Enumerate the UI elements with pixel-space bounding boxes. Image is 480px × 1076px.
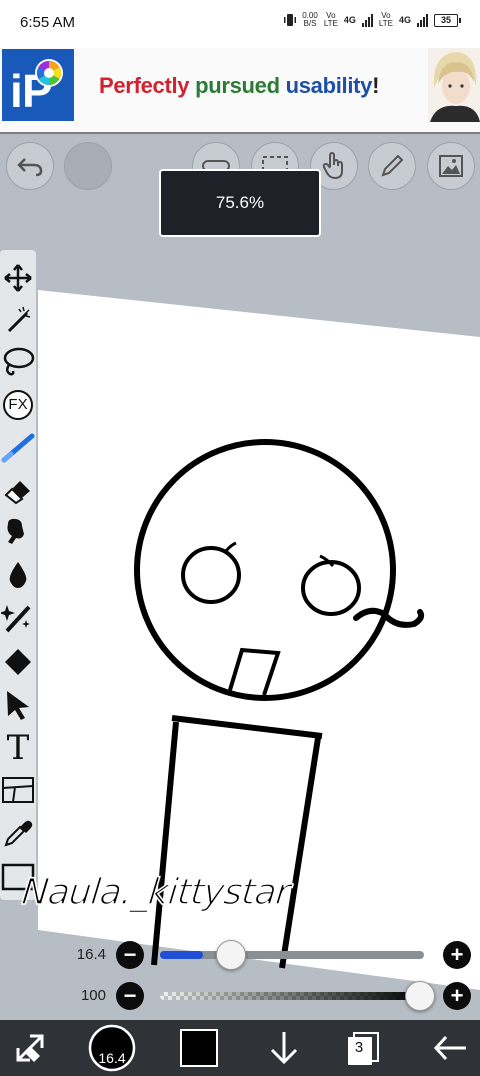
net-speed-unit: B/S	[303, 19, 317, 28]
tool-brush[interactable]	[0, 428, 36, 468]
brush-icon	[1, 433, 35, 463]
ad-headline: Perfectly pursued usability!	[99, 73, 379, 99]
signal-2-icon	[417, 13, 428, 27]
tool-select-arrow[interactable]	[0, 685, 36, 725]
frame-divider-icon	[2, 777, 34, 803]
color-swatch	[180, 1029, 218, 1067]
fill-icon	[5, 649, 31, 675]
eraser-icon	[4, 481, 30, 505]
plus-icon: +	[450, 983, 464, 1008]
opacity-plus-button[interactable]: +	[443, 982, 471, 1010]
glow-pen-icon	[1, 605, 31, 633]
tool-text[interactable]: T	[0, 728, 36, 768]
status-indicators: 0.00 B/S Vo LTE 4G Vo LTE 4G 35	[284, 12, 461, 28]
back-arrow-icon	[433, 1035, 466, 1061]
volte-1: Vo LTE	[324, 12, 338, 28]
character-portrait	[428, 48, 480, 122]
brush-size-minus-button[interactable]: −	[116, 941, 144, 969]
ad-word-2: pursued	[195, 73, 280, 98]
gallery-icon	[439, 155, 463, 177]
vibrate-icon	[284, 14, 297, 26]
brush-size-plus-button[interactable]: +	[443, 941, 471, 969]
ad-word-4: !	[372, 73, 380, 98]
tool-fill[interactable]	[0, 642, 36, 682]
opacity-minus-button[interactable]: −	[116, 982, 144, 1010]
download-icon	[270, 1032, 298, 1065]
brush-size-thumb[interactable]	[216, 940, 246, 970]
minus-icon: −	[123, 942, 137, 967]
text-icon: T	[6, 728, 30, 768]
download-button[interactable]	[262, 1024, 306, 1072]
tool-smudge[interactable]	[0, 512, 36, 552]
ibispaint-logo: i P	[2, 49, 74, 121]
fx-label: FX	[8, 396, 28, 413]
brush-size-fill	[160, 951, 203, 959]
tool-lasso[interactable]	[0, 342, 36, 382]
battery-icon: 35	[434, 13, 461, 27]
sim1-gen: 4G	[343, 15, 356, 25]
battery-level: 35	[440, 14, 451, 25]
gallery-button[interactable]	[427, 142, 475, 190]
redo-button[interactable]	[64, 142, 112, 190]
ad-character-image	[428, 48, 480, 122]
volte-2: Vo LTE	[379, 12, 393, 28]
pen-icon	[381, 154, 404, 177]
undo-icon	[17, 158, 43, 177]
color-button[interactable]	[177, 1024, 221, 1072]
transform-icon	[16, 1034, 44, 1062]
tool-move[interactable]	[0, 258, 36, 298]
blur-icon	[9, 562, 27, 588]
brush-size-button[interactable]: 16.4	[86, 1024, 138, 1072]
tool-magic-wand[interactable]	[0, 300, 36, 340]
ad-banner[interactable]: i P Perfectly pursued usability!	[0, 48, 480, 134]
hand-icon	[322, 151, 343, 180]
status-time: 6:55 AM	[20, 14, 76, 31]
net-speed: 0.00 B/S	[302, 12, 318, 28]
move-icon	[4, 264, 32, 292]
plus-icon: +	[450, 942, 464, 967]
layers-count: 3	[354, 1039, 364, 1056]
tool-blur[interactable]	[0, 555, 36, 595]
lasso-icon	[3, 347, 35, 376]
ad-word-1: Perfectly	[99, 73, 190, 98]
volte-1-bottom: LTE	[323, 19, 338, 28]
status-bar: 6:55 AM 0.00 B/S Vo LTE 4G Vo LTE 4G 35	[0, 0, 480, 48]
pen-button[interactable]	[368, 142, 416, 190]
transform-button[interactable]	[6, 1024, 54, 1072]
volte-2-bottom: LTE	[378, 19, 393, 28]
opacity-thumb[interactable]	[405, 981, 435, 1011]
zoom-indicator: 75.6%	[159, 169, 321, 237]
opacity-value: 100	[80, 987, 106, 1004]
tool-palette: FX T	[0, 250, 38, 900]
magic-wand-icon	[7, 306, 31, 333]
tool-frame-divider[interactable]	[0, 770, 36, 810]
back-button[interactable]	[426, 1024, 474, 1072]
brush-size-button-label: 16.4	[98, 1050, 126, 1066]
tool-eraser[interactable]	[0, 470, 36, 510]
smudge-icon	[7, 518, 24, 544]
ad-word-3: usability	[285, 73, 373, 98]
select-arrow-icon	[7, 691, 29, 720]
tool-eyedropper[interactable]	[0, 813, 36, 853]
minus-icon: −	[123, 983, 137, 1008]
artist-watermark: Naula._kittystar	[19, 871, 292, 914]
undo-button[interactable]	[6, 142, 54, 190]
ibispaint-screen: 6:55 AM 0.00 B/S Vo LTE 4G Vo LTE 4G 35 i P	[0, 0, 480, 1076]
sim2-gen: 4G	[398, 15, 411, 25]
tool-glow-pen[interactable]	[0, 598, 36, 638]
brush-size-value: 16.4	[76, 946, 106, 963]
opacity-track[interactable]	[160, 992, 424, 1000]
logo-mark: i P	[10, 59, 63, 117]
layers-button[interactable]: 3	[340, 1024, 386, 1072]
tool-fx[interactable]: FX	[0, 385, 36, 425]
eyedropper-icon	[4, 820, 33, 847]
signal-1-icon	[361, 13, 373, 27]
bottom-toolbar: 16.4 3	[0, 1020, 480, 1076]
svg-text:i: i	[10, 65, 23, 117]
